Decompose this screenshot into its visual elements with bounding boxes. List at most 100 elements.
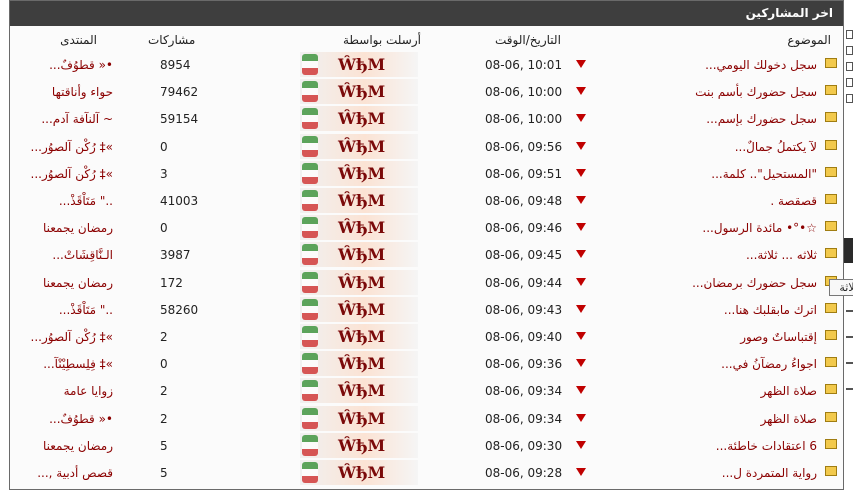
table-row: ☆•°• مائدة الرسول... 08-06, 09:46 ŴђM 0 رمضا…	[10, 214, 845, 241]
post-count: 5	[160, 466, 168, 480]
forum-link[interactable]: رمضان يجمعنا	[43, 276, 113, 290]
go-to-last-post-icon[interactable]	[576, 168, 586, 177]
topic-link[interactable]: صلاة الظهر	[761, 412, 817, 426]
post-count: 0	[160, 357, 168, 372]
author-name: ŴђM	[338, 327, 386, 346]
forum-link[interactable]: ~ آلنآفة آدم...	[41, 112, 113, 126]
go-to-last-post-icon[interactable]	[576, 277, 586, 286]
post-count: 0	[160, 221, 168, 236]
post-date: 08-06, 09:34	[485, 384, 563, 399]
author-avatar[interactable]: ŴђM	[300, 378, 418, 404]
topic-link[interactable]: سجل دخولك اليومي...	[705, 58, 817, 72]
topic-link[interactable]: رواية المتمردة ل...	[722, 466, 817, 480]
author-avatar[interactable]: ŴђM	[300, 215, 418, 241]
forum-link[interactable]: رمضان يجمعنا	[43, 221, 113, 235]
forum-link[interactable]: .." مَتَاْقَذْ...	[59, 303, 113, 317]
topic-tooltip: ثلاثة	[829, 279, 853, 296]
go-to-last-post-icon[interactable]	[576, 468, 586, 476]
edge-tick-4	[846, 388, 853, 390]
forum-link[interactable]: .." مَتَاْقَذْ...	[59, 194, 113, 208]
folder-icon	[825, 221, 837, 232]
flag-icon	[302, 244, 318, 266]
folder-icon	[825, 466, 837, 476]
flag-icon	[302, 353, 318, 375]
author-name: ŴђM	[338, 82, 386, 102]
author-name: ŴђM	[338, 299, 386, 319]
forum-link[interactable]: رمضان يجمعنا	[43, 439, 113, 453]
topic-link[interactable]: صلاة الظهر	[761, 384, 817, 398]
edge-box-4	[846, 78, 853, 87]
topic-link[interactable]: "المستحيل".. كلمة...	[711, 167, 817, 181]
post-date: 08-06, 09:36	[485, 357, 563, 372]
forum-link[interactable]: •« قطوُفٌ...	[49, 58, 113, 72]
post-count: 172	[160, 275, 183, 290]
forum-link[interactable]: زوايا عامة	[64, 384, 113, 398]
table-row: سجل حضورك بأسم بنت 08-06, 10:00 ŴђM 79462 حو…	[10, 78, 845, 105]
go-to-last-post-icon[interactable]	[576, 386, 586, 395]
go-to-last-post-icon[interactable]	[576, 196, 586, 204]
author-avatar[interactable]: ŴђM	[300, 160, 418, 186]
author-avatar[interactable]: ŴђM	[300, 432, 418, 458]
author-avatar[interactable]: ŴђM	[300, 324, 418, 349]
go-to-last-post-icon[interactable]	[576, 413, 586, 422]
topic-link[interactable]: ثلاثه ... ثلاثة...	[746, 248, 817, 262]
flag-icon	[302, 81, 318, 103]
go-to-last-post-icon[interactable]	[576, 440, 586, 449]
go-to-last-post-icon[interactable]	[576, 359, 586, 368]
post-date: 08-06, 10:01	[485, 58, 563, 72]
post-date: 08-06, 10:00	[485, 112, 563, 127]
table-row: صلاة الظهر 08-06, 09:34 ŴђM 2 •« قطوُفٌ...	[10, 405, 845, 432]
author-avatar[interactable]: ŴђM	[300, 188, 418, 213]
post-date: 08-06, 09:30	[485, 438, 563, 453]
topic-link[interactable]: إقتباساتٌ وصور	[740, 330, 817, 344]
folder-icon	[825, 112, 837, 123]
forum-link[interactable]: »‡ رُكْن آلصوُر...	[31, 140, 113, 154]
topic-link[interactable]: سجل حضورك بأسم بنت	[695, 85, 817, 99]
forum-link[interactable]: »‡ رُكْن آلصوُر...	[31, 330, 113, 344]
topic-link[interactable]: اجواءُ رمضآنُ في...	[721, 357, 817, 371]
topic-link[interactable]: سجل حضورك بإسم...	[706, 112, 817, 126]
author-name: ŴђM	[338, 163, 386, 183]
go-to-last-post-icon[interactable]	[576, 250, 586, 259]
col-date: التاريخ/الوقت	[495, 33, 561, 47]
go-to-last-post-icon[interactable]	[576, 332, 586, 340]
topic-link[interactable]: اترك مابقلبك هنا...	[724, 303, 817, 317]
topic-link[interactable]: لآ يكتملُ جمالٌ...	[735, 140, 817, 154]
author-avatar[interactable]: ŴђM	[300, 106, 418, 132]
go-to-last-post-icon[interactable]	[576, 60, 586, 68]
author-name: ŴђM	[338, 218, 386, 238]
author-avatar[interactable]: ŴђM	[300, 242, 418, 268]
forum-link[interactable]: •« قطوُفٌ...	[49, 412, 113, 426]
author-name: ŴђM	[338, 435, 386, 455]
folder-icon	[825, 357, 837, 368]
go-to-last-post-icon[interactable]	[576, 87, 586, 96]
forum-link[interactable]: »‡ فِلِسطِيْنْآ...	[43, 357, 113, 371]
forum-link[interactable]: »‡ رُكْن آلصوُر...	[31, 167, 113, 181]
post-count: 5	[160, 438, 168, 453]
forum-link[interactable]: حواء وأناقتها	[52, 85, 113, 99]
table-row: اترك مابقلبك هنا... 08-06, 09:43 ŴђM 58260.…	[10, 296, 845, 323]
author-name: ŴђM	[338, 272, 386, 292]
author-avatar[interactable]: ŴђM	[300, 133, 418, 159]
table-row: سجل دخولك اليومي... 08-06, 10:01 ŴђM 8954 •«…	[10, 51, 845, 78]
author-avatar[interactable]: ŴђM	[300, 269, 418, 295]
author-avatar[interactable]: ŴђM	[300, 79, 418, 105]
author-avatar[interactable]: ŴђM	[300, 52, 418, 77]
forum-link[interactable]: الـنَّاقِشَاتْ...	[52, 248, 113, 262]
author-avatar[interactable]: ŴђM	[300, 296, 418, 322]
flag-icon	[302, 462, 318, 483]
topic-link[interactable]: سجل حضورك برمضان...	[692, 276, 817, 290]
topic-link[interactable]: 6 اعتقادات خاطئة...	[716, 439, 817, 453]
go-to-last-post-icon[interactable]	[576, 114, 586, 123]
author-avatar[interactable]: ŴђM	[300, 351, 418, 377]
author-name: ŴђM	[338, 354, 386, 374]
topic-link[interactable]: قصقصة .	[770, 194, 817, 208]
author-avatar[interactable]: ŴђM	[300, 460, 418, 485]
topic-link[interactable]: ☆•°• مائدة الرسول...	[702, 221, 817, 235]
go-to-last-post-icon[interactable]	[576, 141, 586, 150]
author-avatar[interactable]: ŴђM	[300, 405, 418, 431]
go-to-last-post-icon[interactable]	[576, 223, 586, 232]
go-to-last-post-icon[interactable]	[576, 304, 586, 313]
forum-link[interactable]: قصص أدبية ,...	[37, 466, 113, 480]
table-row: لآ يكتملُ جمالٌ... 08-06, 09:56 ŴђM 0 »‡ رُك…	[10, 133, 845, 160]
